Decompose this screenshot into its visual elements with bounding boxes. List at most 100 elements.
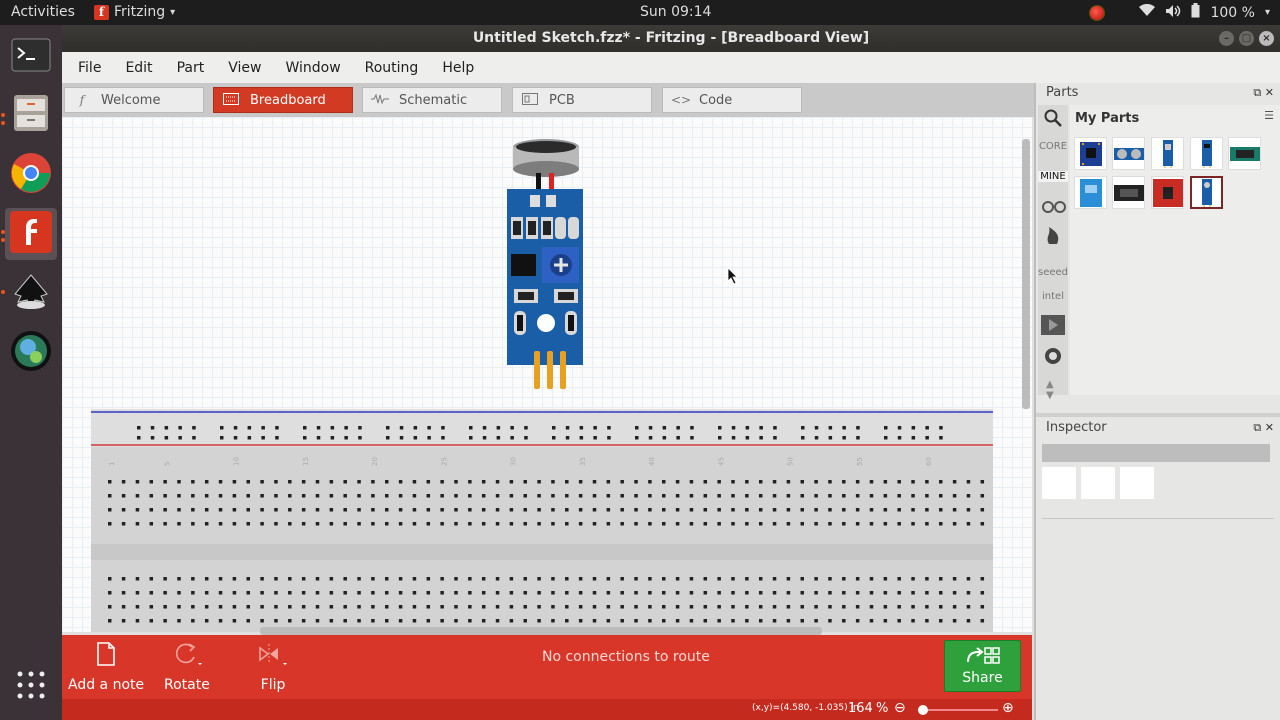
zoom-unit: % [876, 701, 889, 716]
sound-sensor-module[interactable] [502, 137, 592, 389]
part-thumb[interactable] [1112, 137, 1145, 170]
column-number: 15 [302, 457, 310, 466]
menu-view[interactable]: View [228, 60, 261, 76]
status-bar: (x,y)=(4.580, -1.035) in 164 % ⊖ ⊕ [62, 699, 1032, 720]
fritzing-icon [10, 211, 52, 257]
inkscape-launcher[interactable] [5, 268, 57, 320]
bin-core[interactable]: CORE [1038, 141, 1068, 152]
search-icon[interactable] [1044, 109, 1062, 131]
part-thumb[interactable] [1228, 137, 1261, 170]
files-launcher[interactable] [5, 89, 57, 141]
add-note-label: Add a note [68, 677, 145, 693]
record-indicator-icon[interactable] [1089, 4, 1106, 21]
panel-separator[interactable] [1036, 413, 1280, 417]
flip-button[interactable]: Flip [256, 641, 290, 693]
system-tray[interactable]: 100 % ▾ [1089, 3, 1270, 22]
zoom-slider[interactable] [918, 705, 998, 715]
rotate-label: Rotate [164, 677, 210, 693]
panel-float-close-icons[interactable]: ⧉ ✕ [1253, 418, 1274, 438]
column-number: 60 [925, 457, 933, 466]
terminal-icon [11, 38, 51, 76]
inspector-title: Inspector [1046, 420, 1107, 435]
part-thumb[interactable] [1074, 137, 1107, 170]
wifi-icon [1139, 3, 1156, 21]
menu-edit[interactable]: Edit [125, 60, 152, 76]
show-applications-button[interactable] [5, 661, 57, 713]
arduino-bin-icon[interactable] [1041, 199, 1067, 218]
part-thumb[interactable] [1151, 176, 1184, 209]
view-tabs: f Welcome Breadboard Schematic PCB <> Co… [62, 83, 1034, 117]
zoom-in-icon[interactable]: ⊕ [1002, 700, 1014, 716]
share-button[interactable]: Share [944, 640, 1021, 692]
breadboard[interactable]: 1 5 10 15 20 25 30 35 40 45 50 55 60 [91, 409, 993, 632]
tab-code[interactable]: <> Code [662, 87, 802, 113]
breadboard-icon [222, 92, 240, 108]
minimize-icon[interactable]: – [1219, 31, 1234, 46]
column-number: 25 [440, 457, 448, 466]
coordinates-readout: (x,y)=(4.580, -1.035) in [752, 703, 859, 713]
code-icon: <> [671, 93, 692, 107]
part-thumb[interactable] [1074, 176, 1107, 209]
bin-mine[interactable]: MINE [1038, 171, 1068, 182]
menu-part[interactable]: Part [177, 60, 205, 76]
bin-menu-icon[interactable]: ☰ [1264, 109, 1274, 122]
zoom-out-icon[interactable]: ⊖ [894, 700, 906, 716]
fritzing-launcher[interactable] [5, 208, 57, 260]
window-title: Untitled Sketch.fzz* - Fritzing - [Bread… [472, 30, 870, 46]
maximize-icon[interactable]: □ [1239, 31, 1254, 46]
zoom-slider-handle[interactable] [918, 705, 928, 715]
part-thumb[interactable] [1190, 137, 1223, 170]
tab-pcb[interactable]: PCB [512, 87, 652, 113]
column-number: 20 [371, 457, 379, 466]
terminal-launcher[interactable] [5, 31, 57, 83]
app-menu-label: Fritzing [114, 4, 166, 20]
add-note-button[interactable]: Add a note [68, 641, 144, 693]
volume-icon [1165, 4, 1181, 22]
zoom-level: 164 [848, 701, 873, 716]
column-number: 40 [648, 457, 656, 466]
breadboard-canvas[interactable]: 1 5 10 15 20 25 30 35 40 45 50 55 60 [62, 117, 1032, 632]
scroll-bins-icon[interactable]: ▲ ▼ [1046, 379, 1054, 401]
mouse-cursor-icon [727, 267, 738, 285]
menu-routing[interactable]: Routing [365, 60, 419, 76]
menu-file[interactable]: File [78, 60, 101, 76]
tab-welcome[interactable]: f Welcome [64, 87, 204, 113]
parts-panel-header: Parts ⧉ ✕ [1036, 83, 1280, 103]
play-bin-icon[interactable] [1041, 315, 1065, 339]
app-menu[interactable]: f Fritzing ▾ [94, 4, 175, 20]
flip-icon [256, 641, 290, 671]
menu-help[interactable]: Help [442, 60, 474, 76]
resistor-icon [371, 93, 389, 107]
chrome-icon [10, 152, 52, 198]
parts-bin-tabs: CORE MINE seeed intel ▲ ▼ [1038, 105, 1068, 401]
tab-breadboard[interactable]: Breadboard [213, 87, 353, 113]
parts-panel-title: Parts [1046, 85, 1079, 100]
close-icon[interactable]: × [1259, 31, 1274, 46]
clock[interactable]: Sun 09:14 [640, 4, 711, 20]
horizontal-scrollbar[interactable] [260, 627, 822, 635]
chevron-down-icon: ▾ [170, 6, 176, 18]
divider [1042, 518, 1274, 519]
rotate-icon [170, 641, 204, 671]
window-title-bar[interactable]: Untitled Sketch.fzz* - Fritzing - [Bread… [62, 25, 1280, 52]
file-cabinet-icon [12, 93, 50, 137]
rotate-button[interactable]: Rotate [164, 641, 210, 693]
snootlab-bin-icon[interactable] [1044, 347, 1062, 369]
chrome-launcher[interactable] [5, 149, 57, 201]
menu-window[interactable]: Window [285, 60, 340, 76]
column-number: 45 [717, 457, 725, 466]
tab-schematic[interactable]: Schematic [362, 87, 502, 113]
bin-seeed[interactable]: seeed [1038, 267, 1068, 278]
panel-float-close-icons[interactable]: ⧉ ✕ [1253, 83, 1274, 103]
part-thumb[interactable] [1112, 176, 1145, 209]
part-thumb[interactable] [1151, 137, 1184, 170]
part-thumb-selected[interactable] [1190, 176, 1223, 209]
disk-app-launcher[interactable] [5, 327, 57, 379]
bin-intel[interactable]: intel [1038, 291, 1068, 302]
column-number: 1 [108, 462, 116, 466]
battery-icon [1191, 3, 1200, 22]
vertical-scrollbar[interactable] [1022, 139, 1030, 409]
column-number: 30 [510, 457, 518, 466]
sparkfun-flame-icon[interactable] [1045, 225, 1061, 249]
activities-button[interactable]: Activities [11, 4, 75, 20]
